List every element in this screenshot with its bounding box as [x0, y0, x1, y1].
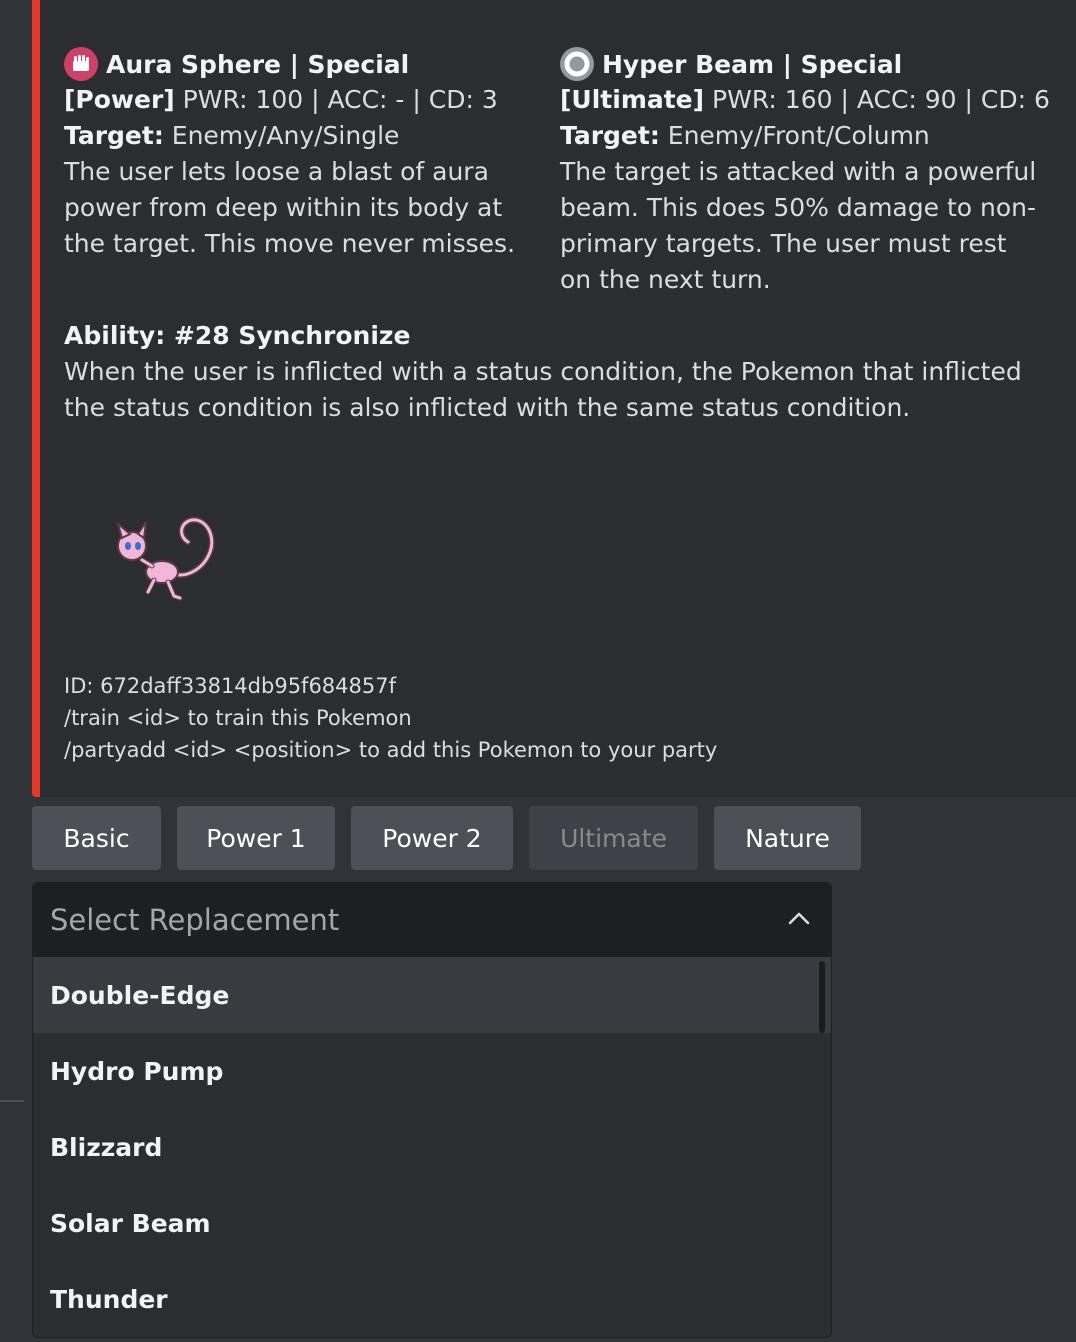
partyadd-hint: /partyadd <id> <position> to add this Po… [64, 738, 718, 762]
move-title: Aura Sphere | Special [64, 46, 546, 82]
replacement-select[interactable]: Select Replacement Double-Edge Hydro Pum… [32, 882, 832, 1338]
nature-button[interactable]: Nature [714, 806, 861, 870]
train-hint: /train <id> to train this Pokemon [64, 706, 412, 730]
power-1-button[interactable]: Power 1 [177, 806, 335, 870]
move-stats: [Power] PWR: 100 | ACC: - | CD: 3 [64, 85, 498, 114]
move-target: Target: Enemy/Any/Single [64, 121, 400, 150]
move-card-aura-sphere: Aura Sphere | Special [Power] PWR: 100 |… [64, 46, 546, 262]
select-placeholder: Select Replacement [50, 903, 340, 937]
ultimate-button: Ultimate [529, 806, 698, 870]
option-blizzard[interactable]: Blizzard [33, 1109, 831, 1185]
ability-section: Ability: #28 Synchronize When the user i… [64, 318, 1044, 426]
option-double-edge[interactable]: Double-Edge [33, 957, 831, 1033]
move-title: Hyper Beam | Special [560, 46, 1042, 82]
ability-title: Ability: #28 Synchronize [64, 321, 411, 350]
move-stats: [Ultimate] PWR: 160 | ACC: 90 | CD: 6 [560, 85, 1050, 114]
move-description: The user lets loose a blast of aura powe… [64, 157, 516, 258]
pokemon-sprite [108, 508, 220, 606]
pokemon-id: ID: 672daff33814db95f684857f [64, 674, 397, 698]
option-hydro-pump[interactable]: Hydro Pump [33, 1033, 831, 1109]
move-target: Target: Enemy/Front/Column [560, 121, 930, 150]
chevron-up-icon[interactable] [787, 910, 811, 930]
select-header[interactable]: Select Replacement [33, 883, 831, 957]
message-divider [0, 1100, 24, 1102]
normal-type-icon [560, 47, 594, 81]
embed-footer: ID: 672daff33814db95f684857f /train <id>… [64, 670, 717, 766]
move-card-hyper-beam: Hyper Beam | Special [Ultimate] PWR: 160… [560, 46, 1050, 298]
fighting-type-icon [64, 47, 98, 81]
option-thunder[interactable]: Thunder [33, 1261, 831, 1337]
option-solar-beam[interactable]: Solar Beam [33, 1185, 831, 1261]
dropdown-scrollbar[interactable] [819, 961, 825, 1033]
move-description: The target is attacked with a powerful b… [560, 157, 1037, 294]
basic-button[interactable]: Basic [32, 806, 161, 870]
ability-description: When the user is inflicted with a status… [64, 357, 1022, 422]
power-2-button[interactable]: Power 2 [351, 806, 513, 870]
